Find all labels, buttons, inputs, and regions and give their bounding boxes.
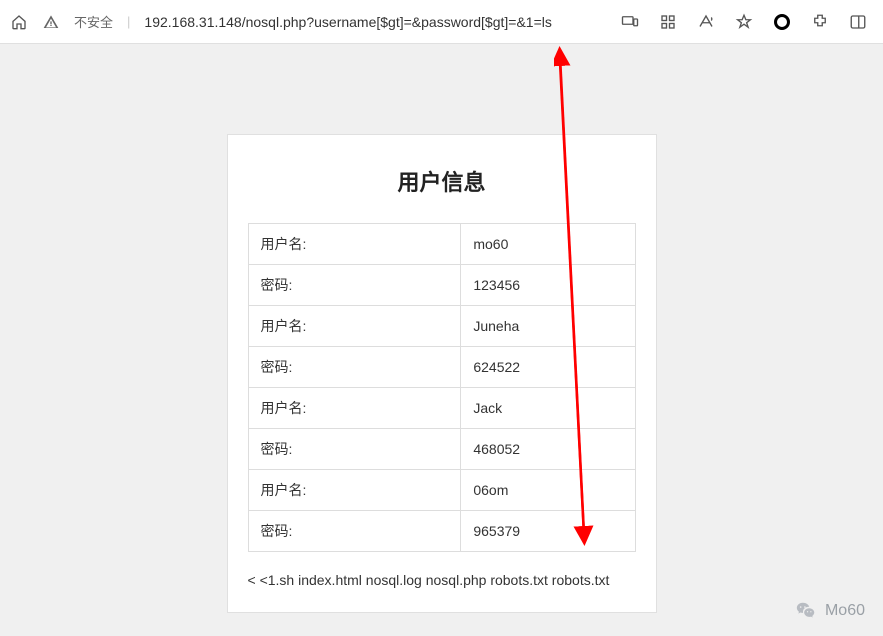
table-row: 密码:468052 [248, 429, 635, 470]
url-text[interactable]: 192.168.31.148/nosql.php?username[$gt]=&… [144, 14, 551, 30]
toolbar-right [621, 13, 873, 31]
favorite-icon[interactable] [735, 13, 753, 31]
row-label: 用户名: [248, 470, 461, 511]
page-content: 用户信息 用户名:mo60密码:123456用户名:Juneha密码:62452… [0, 44, 883, 636]
browser-address-bar: 不安全 | 192.168.31.148/nosql.php?username[… [0, 0, 883, 44]
table-row: 密码:624522 [248, 347, 635, 388]
row-label: 用户名: [248, 306, 461, 347]
warning-icon [42, 13, 60, 31]
table-row: 用户名:Juneha [248, 306, 635, 347]
separator: | [127, 14, 130, 29]
row-label: 密码: [248, 265, 461, 306]
table-row: 密码:123456 [248, 265, 635, 306]
row-value: 06om [461, 470, 635, 511]
command-output: < <1.sh index.html nosql.log nosql.php r… [248, 568, 636, 592]
info-card: 用户信息 用户名:mo60密码:123456用户名:Juneha密码:62452… [227, 134, 657, 613]
watermark: Mo60 [795, 600, 865, 622]
read-aloud-icon[interactable] [697, 13, 715, 31]
devices-icon[interactable] [621, 13, 639, 31]
row-value: 468052 [461, 429, 635, 470]
insecure-label: 不安全 [74, 12, 113, 31]
user-info-table: 用户名:mo60密码:123456用户名:Juneha密码:624522用户名:… [248, 223, 636, 552]
row-value: mo60 [461, 224, 635, 265]
row-value: Juneha [461, 306, 635, 347]
page-title: 用户信息 [248, 165, 636, 197]
wechat-icon [795, 600, 817, 622]
table-row: 用户名:mo60 [248, 224, 635, 265]
row-label: 密码: [248, 429, 461, 470]
table-row: 密码:965379 [248, 511, 635, 552]
row-label: 用户名: [248, 388, 461, 429]
row-value: 123456 [461, 265, 635, 306]
row-label: 密码: [248, 511, 461, 552]
watermark-text: Mo60 [825, 602, 865, 620]
table-row: 用户名:06om [248, 470, 635, 511]
extensions-icon[interactable] [811, 13, 829, 31]
circle-icon[interactable] [773, 13, 791, 31]
grid-icon[interactable] [659, 13, 677, 31]
table-row: 用户名:Jack [248, 388, 635, 429]
row-value: 624522 [461, 347, 635, 388]
row-label: 用户名: [248, 224, 461, 265]
sidebar-icon[interactable] [849, 13, 867, 31]
row-value: Jack [461, 388, 635, 429]
row-label: 密码: [248, 347, 461, 388]
home-icon[interactable] [10, 13, 28, 31]
row-value: 965379 [461, 511, 635, 552]
